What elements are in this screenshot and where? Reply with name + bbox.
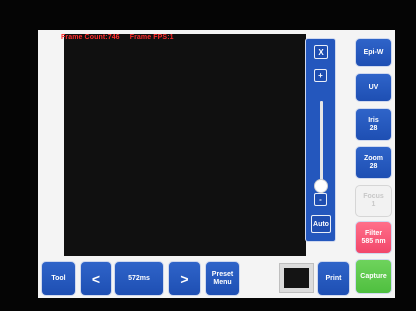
camera-viewport bbox=[64, 34, 306, 256]
frame-count-text: Frame Count:746 bbox=[61, 34, 120, 41]
zoom-slider-thumb[interactable] bbox=[314, 179, 328, 193]
print-button[interactable]: Print bbox=[317, 261, 350, 296]
uv-button[interactable]: UV bbox=[355, 73, 392, 102]
frame-stats-overlay: Frame Count:746 Frame FPS:1 bbox=[61, 34, 182, 41]
tool-button[interactable]: Tool bbox=[41, 261, 76, 296]
capture-thumbnail[interactable] bbox=[279, 263, 314, 293]
zoom-minus-button[interactable]: - bbox=[314, 193, 327, 206]
capture-button[interactable]: Capture bbox=[355, 259, 392, 294]
auto-button[interactable]: Auto bbox=[311, 215, 331, 233]
preset-menu-button[interactable]: Preset Menu bbox=[205, 261, 240, 296]
prev-button[interactable]: < bbox=[80, 261, 112, 296]
focus-button[interactable]: Focus 1 bbox=[355, 185, 392, 217]
exposure-button[interactable]: 572ms bbox=[114, 261, 164, 296]
frame-fps-text: Frame FPS:1 bbox=[129, 34, 174, 41]
iris-button[interactable]: Iris 28 bbox=[355, 108, 392, 141]
filter-button[interactable]: Filter 585 nm bbox=[355, 221, 392, 254]
close-panel-button[interactable]: X bbox=[314, 45, 328, 59]
thumbnail-image bbox=[284, 268, 309, 288]
next-button[interactable]: > bbox=[168, 261, 201, 296]
zoom-button[interactable]: Zoom 28 bbox=[355, 146, 392, 179]
zoom-plus-button[interactable]: + bbox=[314, 69, 327, 82]
epi-w-button[interactable]: Epi-W bbox=[355, 38, 392, 67]
zoom-control-panel: X + - Auto bbox=[305, 38, 336, 242]
